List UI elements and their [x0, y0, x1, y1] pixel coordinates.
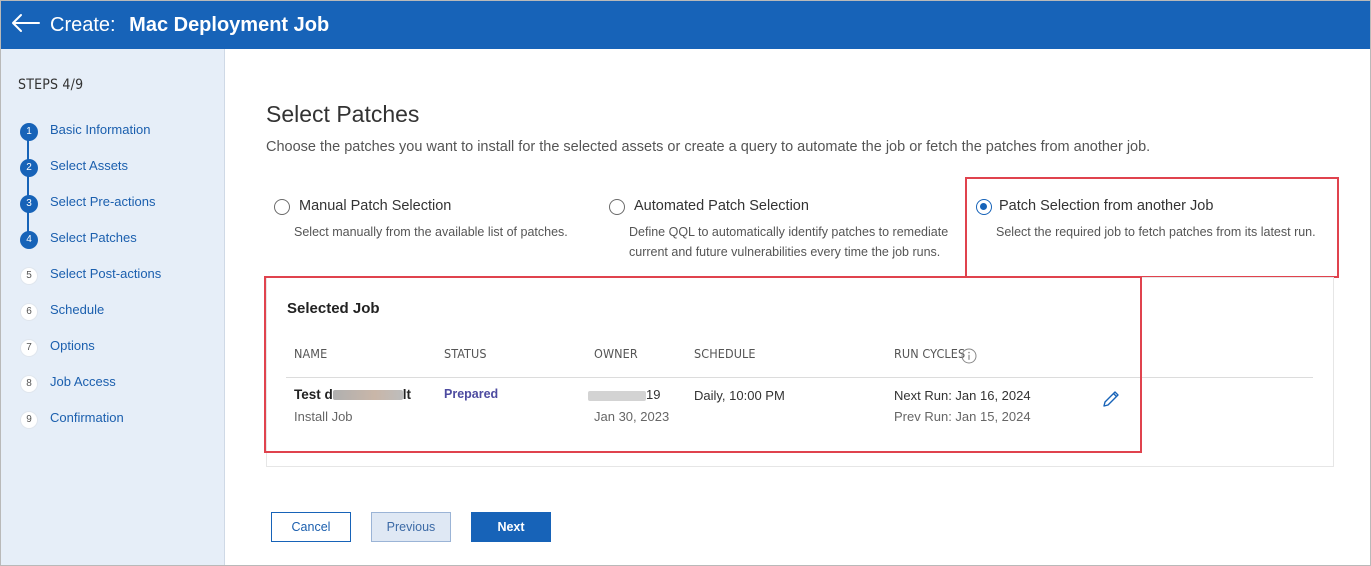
- job-schedule: Daily, 10:00 PM: [694, 388, 785, 403]
- radio-manual[interactable]: [274, 199, 290, 215]
- next-button[interactable]: Next: [471, 512, 551, 542]
- sidebar-item-options[interactable]: 7 Options: [18, 337, 218, 357]
- steps-sidebar: STEPS 4/9 1 Basic Information 2 Select A…: [1, 49, 225, 565]
- step-label[interactable]: Select Pre-actions: [50, 193, 156, 211]
- sidebar-item-schedule[interactable]: 6 Schedule: [18, 301, 218, 321]
- step-number: 3: [20, 195, 38, 213]
- step-number: 4: [20, 231, 38, 249]
- sidebar-item-select-post-actions[interactable]: 5 Select Post-actions: [18, 265, 218, 285]
- option-desc-line: Define QQL to automatically identify pat…: [629, 225, 949, 239]
- header-job-name: Mac Deployment Job: [129, 14, 330, 36]
- app-window: Create: Mac Deployment Job STEPS 4/9 1 B…: [0, 0, 1371, 566]
- selected-job-heading: Selected Job: [287, 300, 380, 317]
- job-owner: 19: [588, 387, 660, 402]
- step-number: 6: [20, 303, 38, 321]
- step-number: 8: [20, 375, 38, 393]
- column-header-owner: OWNER: [594, 346, 638, 361]
- status-badge: Prepared: [444, 387, 499, 401]
- job-name: Test d lt: [294, 387, 411, 402]
- header-prefix: Create:: [50, 14, 116, 36]
- job-name-tail: lt: [402, 387, 412, 402]
- step-label[interactable]: Select Patches: [50, 229, 137, 247]
- sidebar-item-select-pre-actions[interactable]: 3 Select Pre-actions: [18, 193, 218, 213]
- option-title[interactable]: Automated Patch Selection: [634, 198, 809, 214]
- page-description: Choose the patches you want to install f…: [266, 139, 1151, 155]
- step-label[interactable]: Schedule: [50, 301, 104, 319]
- sidebar-item-job-access[interactable]: 8 Job Access: [18, 373, 218, 393]
- table-row-divider: [286, 377, 1313, 378]
- cancel-button[interactable]: Cancel: [271, 512, 351, 542]
- back-arrow-icon[interactable]: [9, 11, 41, 35]
- step-number: 1: [20, 123, 38, 141]
- redacted-block: [588, 390, 646, 401]
- owner-tail: 19: [646, 387, 661, 402]
- option-title[interactable]: Patch Selection from another Job: [999, 198, 1213, 214]
- page-title: Select Patches: [266, 101, 420, 127]
- main-content: Select Patches Choose the patches you wa…: [226, 49, 1370, 565]
- next-run: Next Run: Jan 16, 2024: [894, 388, 1031, 403]
- column-header-run-cycles: RUN CYCLES: [894, 346, 966, 361]
- selected-job-panel: [266, 277, 1334, 467]
- owner-date: Jan 30, 2023: [594, 409, 670, 424]
- step-number: 7: [20, 339, 38, 357]
- step-label[interactable]: Job Access: [50, 373, 116, 391]
- sidebar-item-select-patches[interactable]: 4 Select Patches: [18, 229, 218, 249]
- redacted-block: [332, 390, 403, 401]
- step-number: 5: [20, 267, 38, 285]
- step-label[interactable]: Basic Information: [50, 121, 150, 139]
- step-label[interactable]: Select Post-actions: [50, 265, 161, 283]
- radio-automated[interactable]: [609, 199, 625, 215]
- job-name-visible: Test d: [294, 387, 333, 402]
- step-number: 9: [20, 411, 38, 429]
- steps-progress-line: [27, 129, 29, 239]
- prev-run: Prev Run: Jan 15, 2024: [894, 409, 1031, 424]
- step-label[interactable]: Confirmation: [50, 409, 124, 427]
- info-icon[interactable]: [961, 348, 977, 364]
- job-type: Install Job: [294, 409, 353, 424]
- pencil-edit-icon[interactable]: [1101, 389, 1121, 409]
- step-number: 2: [20, 159, 38, 177]
- option-description: Select manually from the available list …: [294, 222, 568, 242]
- radio-from-another-job[interactable]: [976, 199, 992, 215]
- option-title[interactable]: Manual Patch Selection: [299, 198, 451, 214]
- step-label[interactable]: Options: [50, 337, 95, 355]
- column-header-name: NAME: [294, 346, 328, 361]
- sidebar-item-select-assets[interactable]: 2 Select Assets: [18, 157, 218, 177]
- steps-counter: STEPS 4/9: [18, 77, 84, 93]
- option-desc-line: Select manually from the available list …: [294, 225, 568, 239]
- sidebar-item-confirmation[interactable]: 9 Confirmation: [18, 409, 218, 429]
- page-header-title: Create: Mac Deployment Job: [50, 13, 329, 37]
- sidebar-item-basic-information[interactable]: 1 Basic Information: [18, 121, 218, 141]
- column-header-status: STATUS: [444, 346, 487, 361]
- option-description: Define QQL to automatically identify pat…: [629, 222, 948, 262]
- previous-button[interactable]: Previous: [371, 512, 451, 542]
- option-desc-line: Select the required job to fetch patches…: [996, 225, 1316, 239]
- option-description: Select the required job to fetch patches…: [996, 222, 1316, 242]
- step-label[interactable]: Select Assets: [50, 157, 128, 175]
- column-header-schedule: SCHEDULE: [694, 346, 756, 361]
- option-desc-line: current and future vulnerabilities every…: [629, 245, 941, 259]
- header-bar: Create: Mac Deployment Job: [1, 1, 1370, 49]
